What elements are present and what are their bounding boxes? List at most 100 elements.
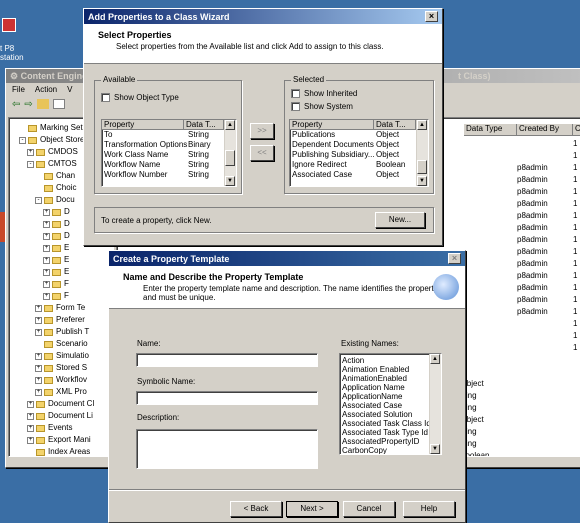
template-titlebar[interactable]: Create a Property Template × — [109, 251, 465, 266]
existing-names-list[interactable]: Action Animation Enabled AnimationEnabled A… — [339, 353, 442, 455]
list-row[interactable]: 1 — [464, 150, 580, 162]
expand-icon[interactable]: + — [35, 376, 42, 384]
tree-item[interactable]: + F — [9, 290, 113, 302]
list-row[interactable]: p8admin 1 — [464, 234, 580, 246]
wizard-close-button[interactable]: × — [425, 11, 438, 22]
list-row[interactable]: p8admin 1 — [464, 246, 580, 258]
expand-icon[interactable]: + — [35, 352, 42, 360]
symbolic-name-field[interactable] — [136, 391, 318, 405]
existing-name-item[interactable]: Application Name — [342, 383, 441, 392]
tree-item[interactable]: + Events — [9, 422, 113, 434]
expand-icon[interactable]: + — [43, 244, 50, 252]
list-row[interactable]: 1 — [464, 318, 580, 330]
selected-scrollbar[interactable]: ▲ ▼ — [416, 120, 428, 186]
property-row[interactable]: Associated Case Object — [292, 170, 428, 180]
new-button[interactable]: New... — [375, 212, 425, 228]
menu-action[interactable]: Action — [35, 85, 57, 95]
list-header-created[interactable]: Cr — [573, 124, 580, 136]
show-inherited-box[interactable] — [291, 89, 300, 99]
scroll-down-icon[interactable]: ▼ — [430, 444, 440, 454]
tree-item[interactable]: + F — [9, 278, 113, 290]
expand-icon[interactable]: + — [43, 292, 50, 300]
list-row[interactable]: p8admin 1 — [464, 186, 580, 198]
wizard-titlebar[interactable]: Add Properties to a Class Wizard × — [84, 9, 442, 24]
selected-list[interactable]: Property Data T... Publications Object Dep… — [289, 119, 429, 187]
available-list[interactable]: Property Data T... To String Transformatio… — [101, 119, 237, 187]
tree-item[interactable]: + Document Cl — [9, 398, 113, 410]
collapse-icon[interactable]: - — [35, 196, 42, 204]
property-row[interactable]: Dependent Documents Object — [292, 140, 428, 150]
expand-icon[interactable]: + — [27, 400, 34, 408]
property-row[interactable]: Workflow Number String — [104, 170, 236, 180]
menu-file[interactable]: File — [12, 85, 25, 95]
list-row[interactable]: p8admin 1 — [464, 222, 580, 234]
back-button[interactable]: < Back — [230, 501, 282, 517]
name-field[interactable] — [136, 353, 318, 367]
tree-item[interactable]: + Publish T — [9, 326, 113, 338]
available-col-datatype[interactable]: Data T... — [184, 120, 224, 130]
list-header-createdby[interactable]: Created By — [517, 124, 573, 136]
tree-item[interactable]: + Document Li — [9, 410, 113, 422]
expand-icon[interactable]: + — [43, 208, 50, 216]
template-close-button[interactable]: × — [448, 253, 461, 264]
tree-item[interactable]: + Simulatio — [9, 350, 113, 362]
show-object-type-box[interactable] — [101, 93, 110, 103]
scroll-thumb[interactable] — [417, 160, 427, 174]
list-row[interactable]: p8admin 1 — [464, 162, 580, 174]
property-row[interactable]: Ignore Redirect Boolean — [292, 160, 428, 170]
existing-names-scrollbar[interactable]: ▲ ▼ — [429, 354, 441, 454]
expand-icon[interactable]: + — [43, 232, 50, 240]
expand-icon[interactable]: + — [35, 316, 42, 324]
tree-item[interactable]: + Stored S — [9, 362, 113, 374]
tree-item[interactable]: + Workflov — [9, 374, 113, 386]
description-field[interactable] — [136, 429, 318, 469]
tree-item[interactable]: + Form Te — [9, 302, 113, 314]
list-row[interactable]: p8admin 1 — [464, 174, 580, 186]
tree-item[interactable]: + E — [9, 254, 113, 266]
property-row[interactable]: Work Class Name String — [104, 150, 236, 160]
show-inherited-checkbox[interactable]: Show Inherited — [291, 89, 357, 99]
help-button[interactable]: Help — [403, 501, 455, 517]
existing-name-item[interactable]: Animation Enabled — [342, 365, 441, 374]
expand-icon[interactable]: + — [43, 220, 50, 228]
list-row[interactable]: 1 — [464, 330, 580, 342]
list-row[interactable]: 1 — [464, 138, 580, 150]
expand-icon[interactable]: + — [43, 268, 50, 276]
list-row[interactable]: p8admin 1 — [464, 282, 580, 294]
expand-icon[interactable]: + — [35, 304, 42, 312]
scroll-up-icon[interactable]: ▲ — [430, 354, 440, 364]
collapse-icon[interactable]: - — [27, 160, 34, 168]
existing-name-item[interactable]: Associated Task Class Id — [342, 419, 441, 428]
tree-item[interactable]: + Preferer — [9, 314, 113, 326]
list-row[interactable]: p8admin 1 — [464, 210, 580, 222]
scroll-thumb[interactable] — [225, 150, 235, 166]
next-button[interactable]: Next > — [286, 501, 338, 517]
selected-col-datatype[interactable]: Data T... — [374, 120, 416, 130]
existing-name-item[interactable]: Associated Solution — [342, 410, 441, 419]
back-arrow-icon[interactable]: ⇦ — [12, 99, 20, 111]
desktop-icon[interactable] — [0, 18, 20, 42]
expand-icon[interactable]: + — [35, 388, 42, 396]
existing-name-item[interactable]: ApplicationName — [342, 392, 441, 401]
property-row[interactable]: Publications Object — [292, 130, 428, 140]
expand-icon[interactable]: + — [27, 436, 34, 444]
expand-icon[interactable]: + — [27, 148, 34, 156]
menu-view[interactable]: V — [67, 85, 72, 95]
add-button[interactable]: >> — [250, 123, 274, 139]
tree-item[interactable]: + Export Mani — [9, 434, 113, 446]
list-row[interactable]: p8admin 1 — [464, 258, 580, 270]
collapse-icon[interactable]: - — [19, 136, 26, 144]
selected-col-property[interactable]: Property — [290, 120, 374, 130]
cancel-button[interactable]: Cancel — [343, 501, 395, 517]
tree-item[interactable]: + E — [9, 266, 113, 278]
existing-name-item[interactable]: CarbonCopy — [342, 446, 441, 454]
scroll-down-icon[interactable]: ▼ — [417, 176, 427, 186]
expand-icon[interactable]: + — [35, 364, 42, 372]
property-row[interactable]: Transformation Options Binary — [104, 140, 236, 150]
remove-button[interactable]: << — [250, 145, 274, 161]
existing-name-item[interactable]: Action — [342, 356, 441, 365]
available-scrollbar[interactable]: ▲ ▼ — [224, 120, 236, 186]
list-header-datatype[interactable]: Data Type — [464, 124, 517, 136]
expand-icon[interactable]: + — [27, 412, 34, 420]
list-row[interactable]: 1 — [464, 342, 580, 354]
